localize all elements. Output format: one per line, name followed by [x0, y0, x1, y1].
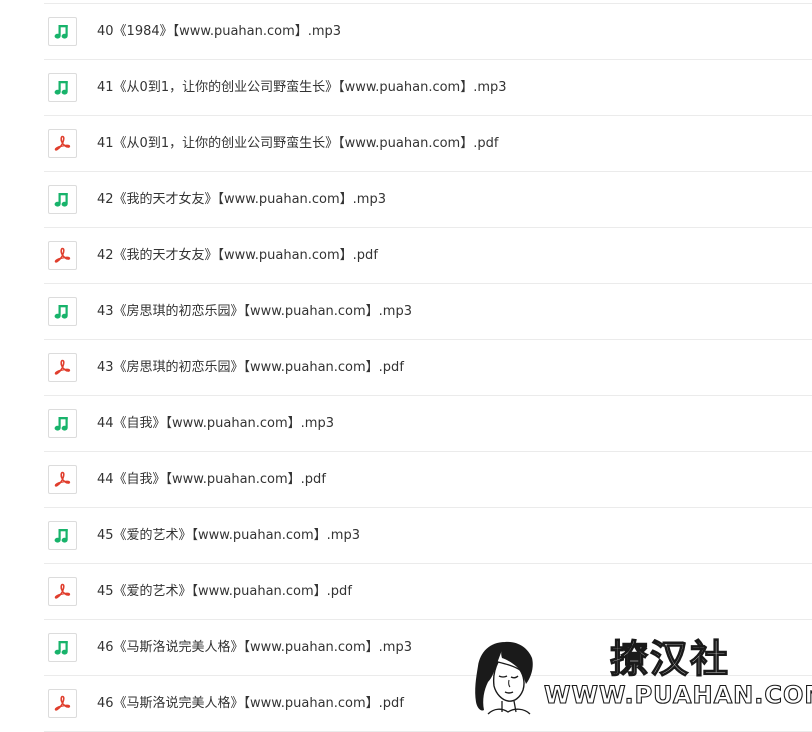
watermark-url-text: WWW.PUAHAN.COM — [543, 680, 812, 709]
music-note-icon — [48, 521, 77, 550]
music-note-icon — [48, 297, 77, 326]
pdf-icon — [48, 129, 77, 158]
file-row[interactable]: 41《从0到1，让你的创业公司野蛮生长》【www.puahan.com】.pdf — [0, 116, 812, 172]
file-name: 46《马斯洛说完美人格》【www.puahan.com】.pdf — [97, 696, 404, 711]
file-name: 41《从0到1，让你的创业公司野蛮生长》【www.puahan.com】.pdf — [97, 136, 499, 151]
file-name: 44《自我》【www.puahan.com】.pdf — [97, 472, 326, 487]
file-name: 42《我的天才女友》【www.puahan.com】.pdf — [97, 248, 378, 263]
file-row[interactable]: 45《爱的艺术》【www.puahan.com】.mp3 — [0, 508, 812, 564]
file-row[interactable]: 44《自我》【www.puahan.com】.pdf — [0, 452, 812, 508]
music-note-icon — [48, 17, 77, 46]
file-row[interactable]: 40《1984》【www.puahan.com】.mp3 — [0, 4, 812, 60]
file-row[interactable]: 41《从0到1，让你的创业公司野蛮生长》【www.puahan.com】.mp3 — [0, 60, 812, 116]
file-name: 46《马斯洛说完美人格》【www.puahan.com】.mp3 — [97, 640, 412, 655]
music-note-icon — [48, 73, 77, 102]
pdf-icon — [48, 465, 77, 494]
file-row[interactable]: 42《我的天才女友》【www.puahan.com】.pdf — [0, 228, 812, 284]
file-name: 41《从0到1，让你的创业公司野蛮生长》【www.puahan.com】.mp3 — [97, 80, 507, 95]
pdf-icon — [48, 577, 77, 606]
pdf-icon — [48, 689, 77, 718]
file-row[interactable]: 42《我的天才女友》【www.puahan.com】.mp3 — [0, 172, 812, 228]
watermark-chinese-text: 撩汉社 — [609, 636, 731, 681]
music-note-icon — [48, 409, 77, 438]
pdf-icon — [48, 353, 77, 382]
file-row[interactable]: 45《爱的艺术》【www.puahan.com】.pdf — [0, 564, 812, 620]
music-note-icon — [48, 633, 77, 662]
music-note-icon — [48, 185, 77, 214]
file-name: 45《爱的艺术》【www.puahan.com】.mp3 — [97, 528, 360, 543]
file-name: 42《我的天才女友》【www.puahan.com】.mp3 — [97, 192, 386, 207]
file-row[interactable]: 44《自我》【www.puahan.com】.mp3 — [0, 396, 812, 452]
woman-face-logo-icon — [475, 641, 533, 715]
file-name: 44《自我》【www.puahan.com】.mp3 — [97, 416, 334, 431]
pdf-icon — [48, 241, 77, 270]
file-name: 43《房思琪的初恋乐园》【www.puahan.com】.mp3 — [97, 304, 412, 319]
file-name: 45《爱的艺术》【www.puahan.com】.pdf — [97, 584, 352, 599]
file-row[interactable]: 43《房思琪的初恋乐园》【www.puahan.com】.pdf — [0, 340, 812, 396]
file-name: 40《1984》【www.puahan.com】.mp3 — [97, 24, 342, 39]
file-name: 43《房思琪的初恋乐园》【www.puahan.com】.pdf — [97, 360, 404, 375]
watermark-logo: 撩汉社 WWW.PUAHAN.COM — [472, 636, 812, 716]
file-row[interactable]: 43《房思琪的初恋乐园》【www.puahan.com】.mp3 — [0, 284, 812, 340]
